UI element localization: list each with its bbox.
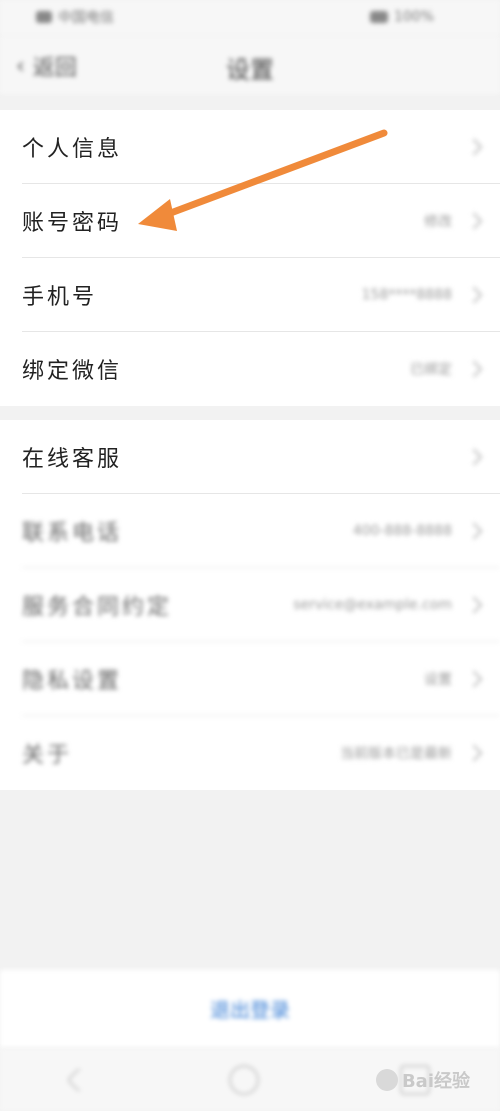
- watermark: Bai经验: [375, 1067, 470, 1093]
- row-label: 服务合同约定: [22, 595, 173, 620]
- row-label: 关于: [22, 743, 73, 768]
- row-label: 绑定微信: [22, 359, 123, 384]
- logout-section: 退出登录: [0, 970, 500, 1048]
- battery-text: 100%: [393, 9, 434, 25]
- row-label: 联系电话: [22, 521, 123, 546]
- logout-button[interactable]: 退出登录: [0, 994, 500, 1023]
- signal-icon: [36, 11, 52, 23]
- row-bind-wechat[interactable]: 绑定微信 已绑定: [0, 332, 500, 406]
- row-value: service@example.com: [293, 597, 452, 613]
- chevron-right-icon: [465, 522, 483, 540]
- chevron-right-icon: [465, 138, 483, 156]
- paw-logo-icon: [375, 1069, 398, 1091]
- row-contact-phone[interactable]: 联系电话 400-888-8888: [0, 494, 500, 568]
- row-label: 隐私设置: [22, 669, 123, 694]
- row-value: 修改: [424, 214, 452, 230]
- row-privacy-settings[interactable]: 隐私设置 设置: [0, 642, 500, 716]
- row-phone[interactable]: 手机号 158****8888: [0, 258, 500, 332]
- back-nav-icon[interactable]: [66, 1066, 93, 1093]
- carrier-text: 中国电信: [58, 10, 114, 26]
- row-value: 已绑定: [410, 362, 452, 378]
- watermark-text: Bai经验: [401, 1071, 470, 1092]
- row-label: 手机号: [22, 285, 98, 310]
- home-nav-icon[interactable]: [228, 1064, 259, 1095]
- row-label: 在线客服: [22, 447, 123, 472]
- chevron-right-icon: [465, 448, 483, 466]
- row-online-service[interactable]: 在线客服: [0, 420, 500, 494]
- chevron-right-icon: [465, 670, 483, 688]
- row-personal-info[interactable]: 个人信息: [0, 110, 500, 184]
- service-section: 在线客服 联系电话 400-888-8888 服务合同约定 service@ex…: [0, 420, 500, 790]
- row-value: 当前版本已是最新: [340, 746, 452, 762]
- battery-icon: [369, 11, 388, 23]
- chevron-right-icon: [465, 212, 483, 230]
- row-label: 个人信息: [22, 137, 123, 162]
- chevron-right-icon: [465, 286, 483, 304]
- chevron-right-icon: [465, 360, 483, 378]
- chevron-right-icon: [465, 744, 483, 762]
- nav-bar: ‹ 返回 设置: [0, 36, 500, 94]
- row-value: 400-888-8888: [352, 523, 452, 539]
- row-service-email[interactable]: 服务合同约定 service@example.com: [0, 568, 500, 642]
- row-label: 账号密码: [22, 211, 123, 236]
- status-right: 100%: [338, 8, 434, 26]
- page-title: 设置: [226, 56, 274, 84]
- chevron-right-icon: [465, 596, 483, 614]
- row-value: 158****8888: [361, 287, 452, 303]
- status-left: 中国电信: [36, 8, 136, 26]
- status-bar: 中国电信 100%: [0, 0, 500, 36]
- row-about[interactable]: 关于 当前版本已是最新: [0, 716, 500, 790]
- row-value: 设置: [424, 672, 452, 688]
- account-section: 个人信息 账号密码 修改 手机号 158****8888 绑定微信 已绑定: [0, 110, 500, 406]
- row-account-password[interactable]: 账号密码 修改: [0, 184, 500, 258]
